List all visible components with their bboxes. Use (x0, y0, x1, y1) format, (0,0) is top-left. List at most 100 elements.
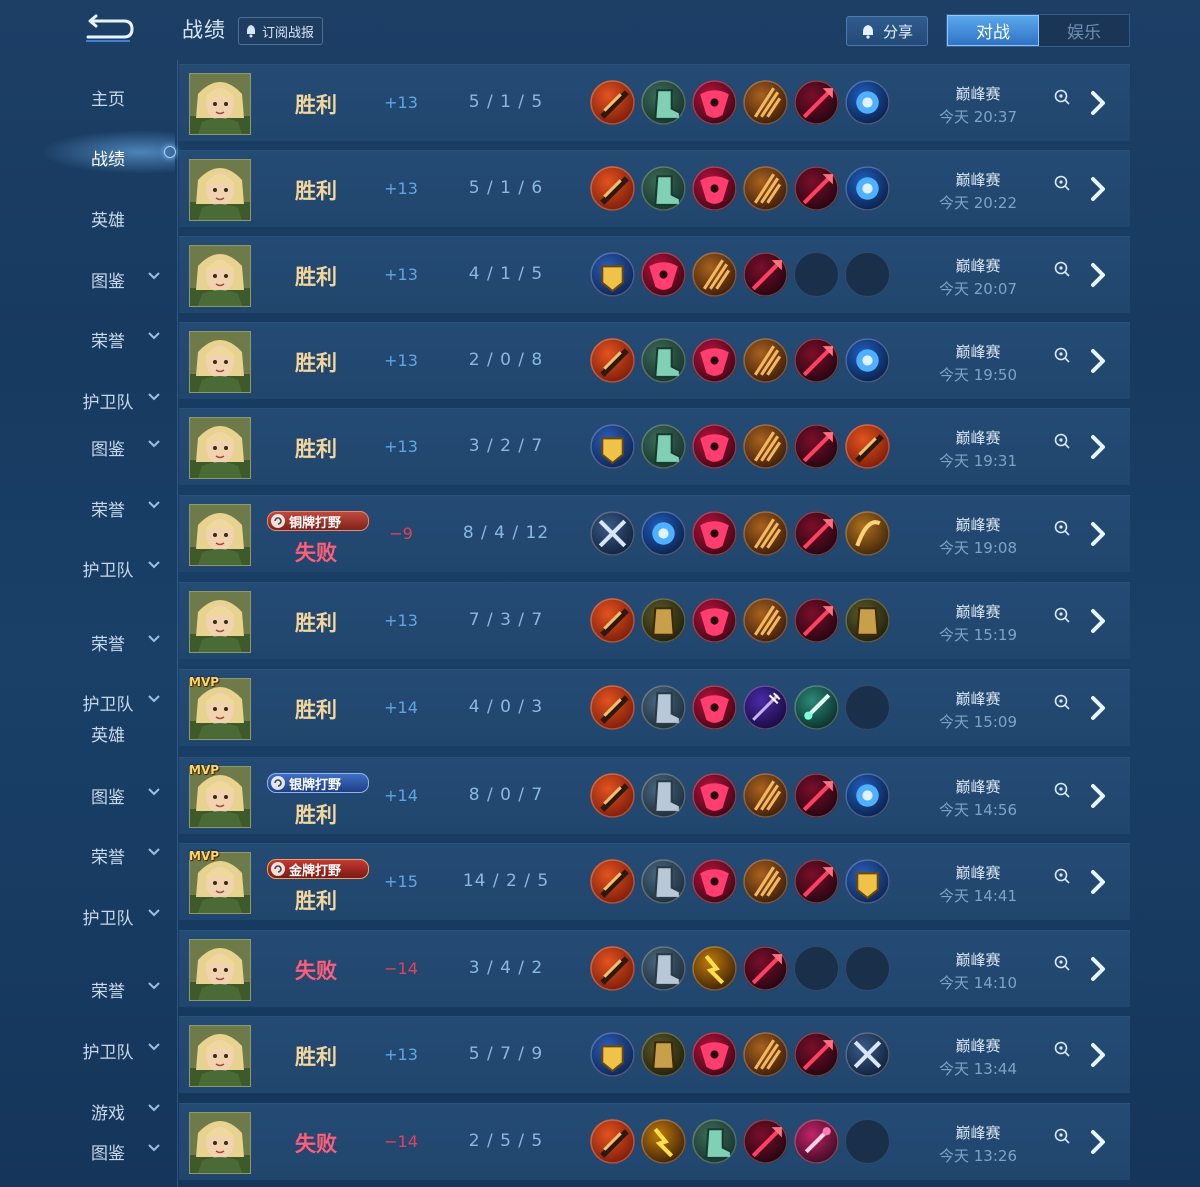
replay-icon[interactable] (1054, 1041, 1070, 1057)
medal-icon (271, 776, 285, 790)
chevron-right-icon[interactable] (1087, 782, 1109, 810)
match-row[interactable]: 胜利 +13 7 / 3 / 7 巅峰赛 今天 15:19 (179, 582, 1130, 659)
golden-gauntlet-item-icon (590, 252, 635, 297)
replay-icon[interactable] (1054, 261, 1070, 277)
jungle-medal-label: 银牌打野 (289, 777, 342, 793)
chevron-right-icon[interactable] (1087, 1128, 1109, 1156)
chevron-right-icon[interactable] (1087, 520, 1109, 548)
top-bar: 战绩 订阅战报 分享 对战 娱乐 (0, 0, 1200, 60)
subscribe-report-button[interactable]: 订阅战报 (238, 17, 324, 45)
sidebar-item[interactable]: 荣誉 (0, 492, 178, 522)
sidebar-item[interactable]: 护卫队 (0, 552, 178, 582)
share-button[interactable]: 分享 (846, 16, 928, 46)
dark-spear-item-icon (794, 859, 839, 904)
sidebar-item-label: 战绩 (91, 150, 125, 170)
match-row[interactable]: 胜利 +13 5 / 1 / 6 巅峰赛 今天 20:22 (179, 150, 1130, 227)
red-blade-item-icon (590, 338, 635, 383)
match-row[interactable]: 铜牌打野 失败 −9 8 / 4 / 12 巅峰赛 今天 19:08 (179, 495, 1130, 572)
jungle-medal-badge: 银牌打野 (267, 773, 369, 793)
green-boots-item-icon (641, 166, 686, 211)
share-bell-icon (862, 24, 873, 39)
replay-icon[interactable] (1054, 694, 1070, 710)
sidebar-item[interactable]: 英雄 (0, 717, 178, 747)
chevron-right-icon[interactable] (1087, 261, 1109, 289)
dark-spear-item-icon (794, 511, 839, 556)
chevron-down-icon (148, 695, 160, 703)
chevron-right-icon[interactable] (1087, 347, 1109, 375)
sidebar-item[interactable]: 图鉴 (0, 431, 178, 461)
sidebar-item[interactable]: 主页 (0, 81, 178, 111)
sidebar-item[interactable]: 荣誉 (0, 973, 178, 1003)
tab-entertainment[interactable]: 娱乐 (1039, 15, 1129, 46)
crossed-swords-item-icon (590, 511, 635, 556)
sidebar-item[interactable]: 战绩 (0, 141, 178, 171)
sidebar-item[interactable]: 荣誉 (0, 323, 178, 353)
sidebar-item[interactable]: 图鉴 (0, 779, 178, 809)
replay-icon[interactable] (1054, 1128, 1070, 1144)
subscribe-report-label: 订阅战报 (262, 25, 315, 41)
sidebar-item-label: 图鉴 (91, 272, 125, 292)
match-row[interactable]: 失败 −14 2 / 5 / 5 巅峰赛 今天 13:26 (179, 1103, 1130, 1180)
item-build (590, 1032, 890, 1077)
replay-icon[interactable] (1054, 520, 1070, 536)
chevron-right-icon[interactable] (1087, 175, 1109, 203)
match-row[interactable]: 失败 −14 3 / 4 / 2 巅峰赛 今天 14:10 (179, 930, 1130, 1007)
match-row[interactable]: MVP 银牌打野 胜利 +14 8 / 0 / 7 巅峰赛 今天 14:56 (179, 757, 1130, 834)
chevron-right-icon[interactable] (1087, 433, 1109, 461)
back-icon[interactable] (80, 12, 136, 46)
match-row[interactable]: 胜利 +13 2 / 0 / 8 巅峰赛 今天 19:50 (179, 322, 1130, 399)
jungle-medal-label: 金牌打野 (289, 863, 342, 879)
sidebar-item-label: 荣誉 (91, 635, 125, 655)
item-build (590, 511, 890, 556)
sidebar-item[interactable]: 护卫队 (0, 1034, 178, 1064)
sidebar-item-label: 荣誉 (91, 332, 125, 352)
sidebar-item[interactable]: 荣誉 (0, 626, 178, 656)
replay-icon[interactable] (1054, 433, 1070, 449)
sidebar-item[interactable]: 图鉴 (0, 1135, 178, 1165)
sidebar-item-label: 英雄 (91, 726, 125, 746)
match-row[interactable]: 胜利 +13 5 / 7 / 9 巅峰赛 今天 13:44 (179, 1016, 1130, 1093)
page-title: 战绩 (182, 18, 226, 42)
sidebar-item-label: 荣誉 (91, 848, 125, 868)
sidebar-item[interactable]: 英雄 (0, 202, 178, 232)
medal-icon (271, 514, 285, 528)
replay-icon[interactable] (1054, 868, 1070, 884)
replay-icon[interactable] (1054, 955, 1070, 971)
chevron-right-icon[interactable] (1087, 89, 1109, 117)
sidebar-item-label: 护卫队 (82, 1043, 134, 1063)
sidebar-item[interactable]: 游戏 (0, 1095, 178, 1125)
match-row[interactable]: 胜利 +13 5 / 1 / 5 巅峰赛 今天 20:37 (179, 64, 1130, 141)
replay-icon[interactable] (1054, 89, 1070, 105)
mvp-badge: MVP (189, 763, 220, 777)
chevron-right-icon[interactable] (1087, 607, 1109, 635)
blue-orb-item-icon (845, 80, 890, 125)
chevron-right-icon[interactable] (1087, 955, 1109, 983)
replay-icon[interactable] (1054, 175, 1070, 191)
chevron-down-icon (148, 982, 160, 990)
sidebar-item[interactable]: 护卫队 (0, 900, 178, 930)
sidebar-item[interactable]: 荣誉 (0, 839, 178, 869)
match-row[interactable]: MVP 金牌打野 胜利 +15 14 / 2 / 5 巅峰赛 今天 14:41 (179, 843, 1130, 920)
chevron-right-icon[interactable] (1087, 868, 1109, 896)
sidebar-item[interactable]: 护卫队 (0, 384, 178, 414)
tab-battle[interactable]: 对战 (947, 15, 1039, 46)
item-build (590, 598, 890, 643)
sidebar-item-label: 游戏 (91, 1104, 125, 1124)
match-row[interactable]: 胜利 +13 3 / 2 / 7 巅峰赛 今天 19:31 (179, 408, 1130, 485)
replay-icon[interactable] (1054, 607, 1070, 623)
crimson-mask-item-icon (692, 511, 737, 556)
replay-icon[interactable] (1054, 347, 1070, 363)
chevron-right-icon[interactable] (1087, 1041, 1109, 1069)
red-blade-item-icon (590, 773, 635, 818)
crimson-mask-item-icon (692, 598, 737, 643)
match-row[interactable]: 胜利 +13 4 / 1 / 5 巅峰赛 今天 20:07 (179, 236, 1130, 313)
match-row[interactable]: MVP 胜利 +14 4 / 0 / 3 巅峰赛 今天 15:09 (179, 669, 1130, 746)
sidebar-item[interactable]: 护卫队 (0, 686, 178, 716)
replay-icon[interactable] (1054, 782, 1070, 798)
chevron-down-icon (148, 909, 160, 917)
sidebar-item[interactable]: 图鉴 (0, 263, 178, 293)
violet-trident-item-icon (743, 685, 788, 730)
golden-claw-item-icon (743, 338, 788, 383)
medal-icon (271, 862, 285, 876)
chevron-right-icon[interactable] (1087, 694, 1109, 722)
